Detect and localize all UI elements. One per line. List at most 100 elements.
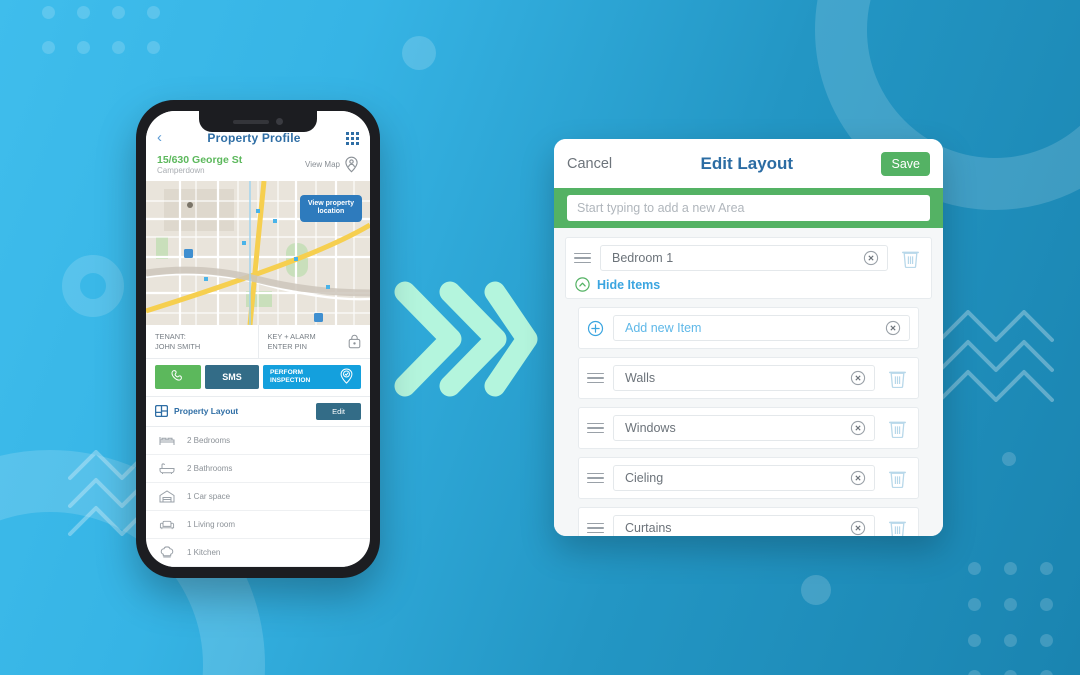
drag-handle-icon[interactable] — [587, 422, 604, 434]
item-name-value: Cieling — [625, 471, 664, 485]
bathtub-icon — [159, 462, 175, 475]
item-name-input[interactable]: Walls — [613, 365, 875, 391]
property-map[interactable]: View property location — [146, 180, 370, 325]
add-new-item-row[interactable]: Add new Item — [587, 315, 910, 341]
edit-layout-button[interactable]: Edit — [316, 402, 361, 420]
clear-circle-icon[interactable] — [885, 320, 901, 336]
layout-header-left: Property Layout — [155, 405, 239, 418]
key-alarm-cell[interactable]: KEY + ALARM ENTER PIN — [257, 324, 371, 358]
add-area-input[interactable]: Start typing to add a new Area — [567, 195, 930, 221]
inspection-line1: PERFORM — [270, 368, 303, 376]
delete-item-button[interactable] — [884, 369, 910, 388]
inspection-line2: INSPECTION — [270, 376, 311, 384]
item-block-cieling: Cieling — [578, 457, 919, 499]
dot-bottom-center — [801, 575, 831, 605]
garage-icon — [159, 490, 175, 503]
item-name-value: Windows — [625, 421, 676, 435]
view-map-label: View Map — [305, 160, 340, 170]
drag-handle-icon[interactable] — [587, 472, 604, 484]
clear-circle-icon[interactable] — [850, 420, 866, 436]
edit-layout-card: Cancel Edit Layout Save Start typing to … — [554, 139, 943, 536]
view-property-location-button[interactable]: View property location — [299, 194, 362, 223]
list-item[interactable]: 1 Living room — [146, 511, 370, 539]
drag-handle-icon[interactable] — [587, 522, 604, 534]
lock-icon — [348, 334, 361, 349]
sofa-icon — [159, 518, 175, 531]
trash-icon — [888, 471, 906, 488]
property-layout-list: 2 Bedrooms 2 Bathrooms 1 Car space 1 Liv… — [146, 427, 370, 567]
delete-item-button[interactable] — [884, 469, 910, 488]
list-item-label: 1 Car space — [187, 491, 231, 501]
item-name-input[interactable]: Curtains — [613, 515, 875, 536]
zigzag-right — [938, 310, 1054, 402]
map-button-line2: location — [317, 208, 345, 216]
edit-layout-header: Cancel Edit Layout Save — [554, 139, 943, 188]
back-chevron-left-icon[interactable]: ‹ — [157, 130, 162, 145]
address-line1: 15/630 George St — [157, 154, 243, 166]
triple-chevron-right-icon — [394, 281, 538, 397]
grid-menu-icon[interactable] — [345, 132, 359, 145]
item-name-input[interactable]: Cieling — [613, 465, 875, 491]
cancel-button[interactable]: Cancel — [567, 156, 612, 172]
map-pin-person-icon — [345, 156, 358, 173]
trash-icon — [888, 521, 906, 536]
drag-handle-icon[interactable] — [574, 252, 591, 264]
hide-items-toggle[interactable]: Hide Items — [574, 277, 923, 292]
sms-label: SMS — [222, 371, 242, 382]
list-item[interactable]: 1 Car space — [146, 483, 370, 511]
phone-notch — [199, 111, 317, 132]
item-row: Curtains — [587, 515, 910, 536]
call-button[interactable] — [155, 364, 201, 389]
item-row: Cieling — [587, 465, 910, 491]
address-line2: Camperdown — [157, 166, 205, 176]
trash-icon — [901, 251, 919, 268]
delete-item-button[interactable] — [884, 519, 910, 536]
clear-circle-icon[interactable] — [850, 470, 866, 486]
address-block: 15/630 George St Camperdown — [157, 154, 242, 176]
list-item[interactable]: 2 Bathrooms — [146, 455, 370, 483]
item-block-walls: Walls — [578, 357, 919, 399]
delete-item-button[interactable] — [884, 419, 910, 438]
area-name-value: Bedroom 1 — [612, 251, 674, 265]
item-name-input[interactable]: Windows — [613, 415, 875, 441]
phone-icon — [170, 370, 182, 381]
dot-right-mid — [1002, 452, 1016, 466]
key-label-line2: ENTER PIN — [267, 341, 307, 351]
tenant-cell: TENANT: JOHN SMITH — [146, 325, 258, 358]
notch-camera — [276, 118, 283, 125]
sms-button[interactable]: SMS — [205, 364, 259, 389]
chevron-up-circle-icon — [575, 277, 590, 292]
drag-handle-icon[interactable] — [587, 372, 604, 384]
clear-circle-icon[interactable] — [850, 370, 866, 386]
phone-mockup: ‹ Property Profile 15/630 George St Camp… — [136, 100, 380, 578]
item-block-curtains: Curtains — [578, 507, 919, 536]
page-title: Property Profile — [207, 131, 301, 145]
add-new-item-block: Add new Item — [578, 307, 919, 349]
tenant-name: JOHN SMITH — [155, 341, 201, 351]
area-name-input[interactable]: Bedroom 1 — [600, 245, 888, 271]
ring-left — [62, 255, 124, 317]
property-address-bar: 15/630 George St Camperdown View Map — [146, 152, 370, 181]
delete-area-button[interactable] — [897, 249, 923, 268]
list-item[interactable]: 2 Bedrooms — [146, 427, 370, 455]
area-row: Bedroom 1 — [574, 245, 923, 271]
save-button[interactable]: Save — [881, 151, 930, 176]
edit-layout-body: Bedroom 1 Hide Items Add new Item Walls … — [554, 228, 943, 536]
clear-circle-icon[interactable] — [850, 520, 866, 536]
layout-header-title: Property Layout — [174, 406, 239, 417]
trash-icon — [888, 421, 906, 438]
area-block-bedroom-1: Bedroom 1 Hide Items — [565, 237, 932, 299]
view-map-button[interactable]: View Map — [305, 156, 359, 173]
list-item-label: 1 Living room — [187, 519, 236, 529]
plus-circle-icon[interactable] — [587, 320, 604, 337]
add-area-band: Start typing to add a new Area — [554, 188, 943, 228]
add-new-item-input[interactable]: Add new Item — [613, 315, 910, 341]
list-item-label: 2 Bedrooms — [187, 435, 231, 445]
list-item-label: 1 Kitchen — [187, 547, 221, 557]
list-item[interactable]: 1 Kitchen — [146, 539, 370, 567]
clear-circle-icon[interactable] — [863, 250, 879, 266]
quick-actions-row: SMS PERFORM INSPECTION — [146, 359, 370, 396]
perform-inspection-button[interactable]: PERFORM INSPECTION — [263, 364, 361, 389]
chef-hat-icon — [159, 546, 175, 559]
list-item-label: 2 Bathrooms — [187, 463, 233, 473]
